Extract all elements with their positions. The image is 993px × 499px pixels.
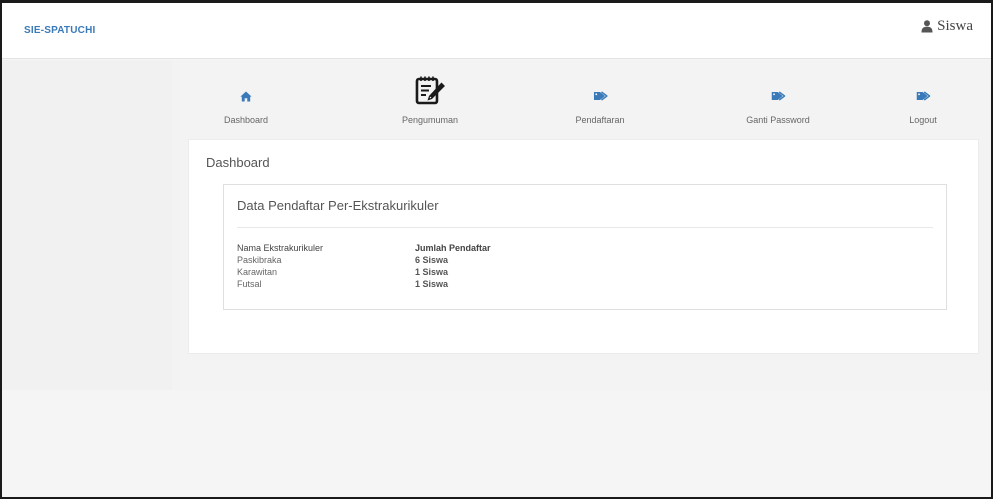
tag-icon	[593, 81, 607, 111]
registrant-count: 6 Siswa	[415, 255, 449, 265]
app-window: SIE-SPATUCHI Siswa Dashboard Pengumuman …	[0, 0, 993, 499]
registrant-card: Data Pendaftar Per-Ekstrakurikuler Nama …	[223, 184, 947, 310]
dashboard-panel: Dashboard Data Pendaftar Per-Ekstrakurik…	[188, 139, 979, 354]
registrant-count: 1 Siswa	[415, 267, 449, 277]
table-row: Paskibraka 6 Siswa	[237, 254, 491, 266]
tag-icon	[916, 81, 930, 111]
extracurricular-name: Karawitan	[237, 267, 278, 277]
user-icon	[921, 20, 933, 33]
icon-menu: Dashboard Pengumuman Pendaftaran Ganti P…	[188, 76, 978, 136]
menu-item-pendaftaran[interactable]: Pendaftaran	[575, 81, 625, 125]
registrant-table: Nama Ekstrakurikuler Jumlah Pendaftar Pa…	[237, 242, 491, 290]
menu-item-logout[interactable]: Logout	[909, 81, 937, 125]
table-row: Futsal 1 Siswa	[237, 278, 491, 290]
menu-item-label: Logout	[909, 115, 937, 125]
extracurricular-name: Paskibraka	[237, 255, 282, 265]
card-title: Data Pendaftar Per-Ekstrakurikuler	[237, 198, 439, 213]
user-role-label: Siswa	[937, 18, 973, 34]
page-title: Dashboard	[206, 155, 270, 170]
menu-item-label: Pendaftaran	[575, 115, 625, 125]
column-header-count: Jumlah Pendaftar	[415, 243, 491, 253]
home-icon	[240, 81, 252, 111]
extracurricular-name: Futsal	[237, 279, 262, 289]
tag-icon	[771, 81, 785, 111]
menu-item-pengumuman[interactable]: Pengumuman	[402, 69, 458, 125]
menu-item-ganti-password[interactable]: Ganti Password	[746, 81, 810, 125]
column-header-name: Nama Ekstrakurikuler	[237, 243, 324, 253]
divider	[237, 227, 933, 228]
menu-item-label: Ganti Password	[746, 115, 810, 125]
menu-item-label: Pengumuman	[401, 115, 459, 125]
menu-item-label: Dashboard	[223, 115, 269, 125]
sidebar-area	[2, 60, 172, 390]
notepad-edit-icon	[414, 69, 446, 111]
brand-logo-link[interactable]: SIE-SPATUCHI	[24, 25, 95, 36]
table-row: Karawitan 1 Siswa	[237, 266, 491, 278]
table-header-row: Nama Ekstrakurikuler Jumlah Pendaftar	[237, 242, 491, 254]
user-menu[interactable]: Siswa	[921, 18, 973, 35]
menu-item-dashboard[interactable]: Dashboard	[224, 81, 268, 125]
top-navbar: SIE-SPATUCHI Siswa	[2, 3, 991, 59]
registrant-count: 1 Siswa	[415, 279, 449, 289]
